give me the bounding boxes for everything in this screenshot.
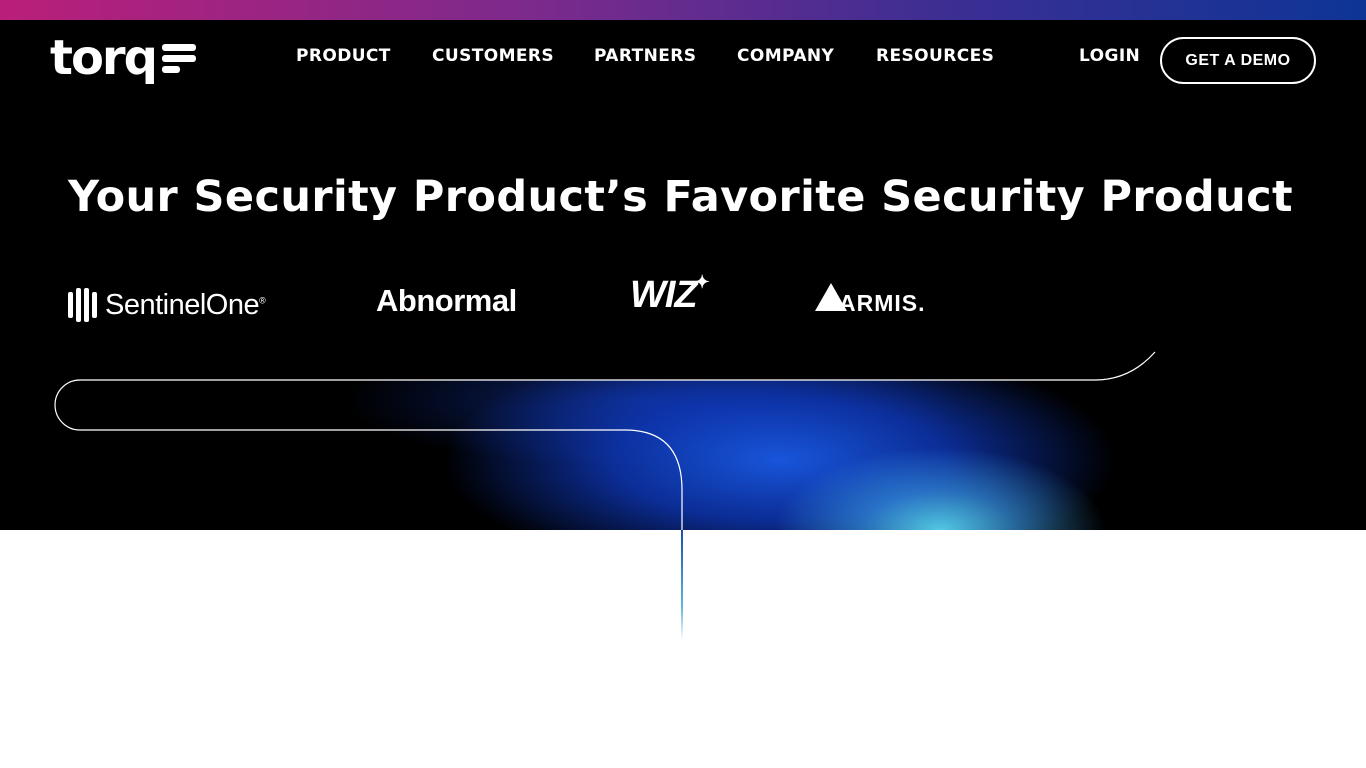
nav-customers[interactable]: CUSTOMERS	[432, 46, 554, 66]
login-link[interactable]: LOGIN	[1079, 46, 1140, 66]
nav-resources[interactable]: RESOURCES	[876, 46, 994, 66]
sentinelone-wordmark: SentinelOne®	[105, 288, 266, 321]
sentinelone-logo: SentinelOne®	[68, 285, 266, 325]
armis-wordmark: ARMIS.	[839, 290, 926, 316]
connector-line	[681, 530, 683, 640]
sparkle-icon: ✦	[694, 272, 710, 292]
hero-headline: Your Security Product’s Favorite Securit…	[68, 172, 1293, 222]
wiz-wordmark: WIZ	[630, 274, 698, 316]
logo-text: torq	[50, 30, 158, 86]
sentinelone-bars-icon	[68, 288, 97, 322]
nav-product[interactable]: PRODUCT	[296, 46, 391, 66]
nav-company[interactable]: COMPANY	[737, 46, 834, 66]
armis-logo: ARMIS.	[815, 276, 926, 317]
torq-logo[interactable]: torq	[50, 30, 196, 86]
get-a-demo-button[interactable]: GET A DEMO	[1160, 37, 1316, 84]
torq-stripes-icon	[161, 43, 196, 73]
nav-partners[interactable]: PARTNERS	[594, 46, 696, 66]
abnormal-wordmark: Abnormal	[376, 283, 517, 318]
abnormal-logo: Abnormal	[376, 283, 517, 319]
content-area	[0, 530, 1366, 768]
wiz-logo: WIZ ✦	[630, 272, 710, 317]
